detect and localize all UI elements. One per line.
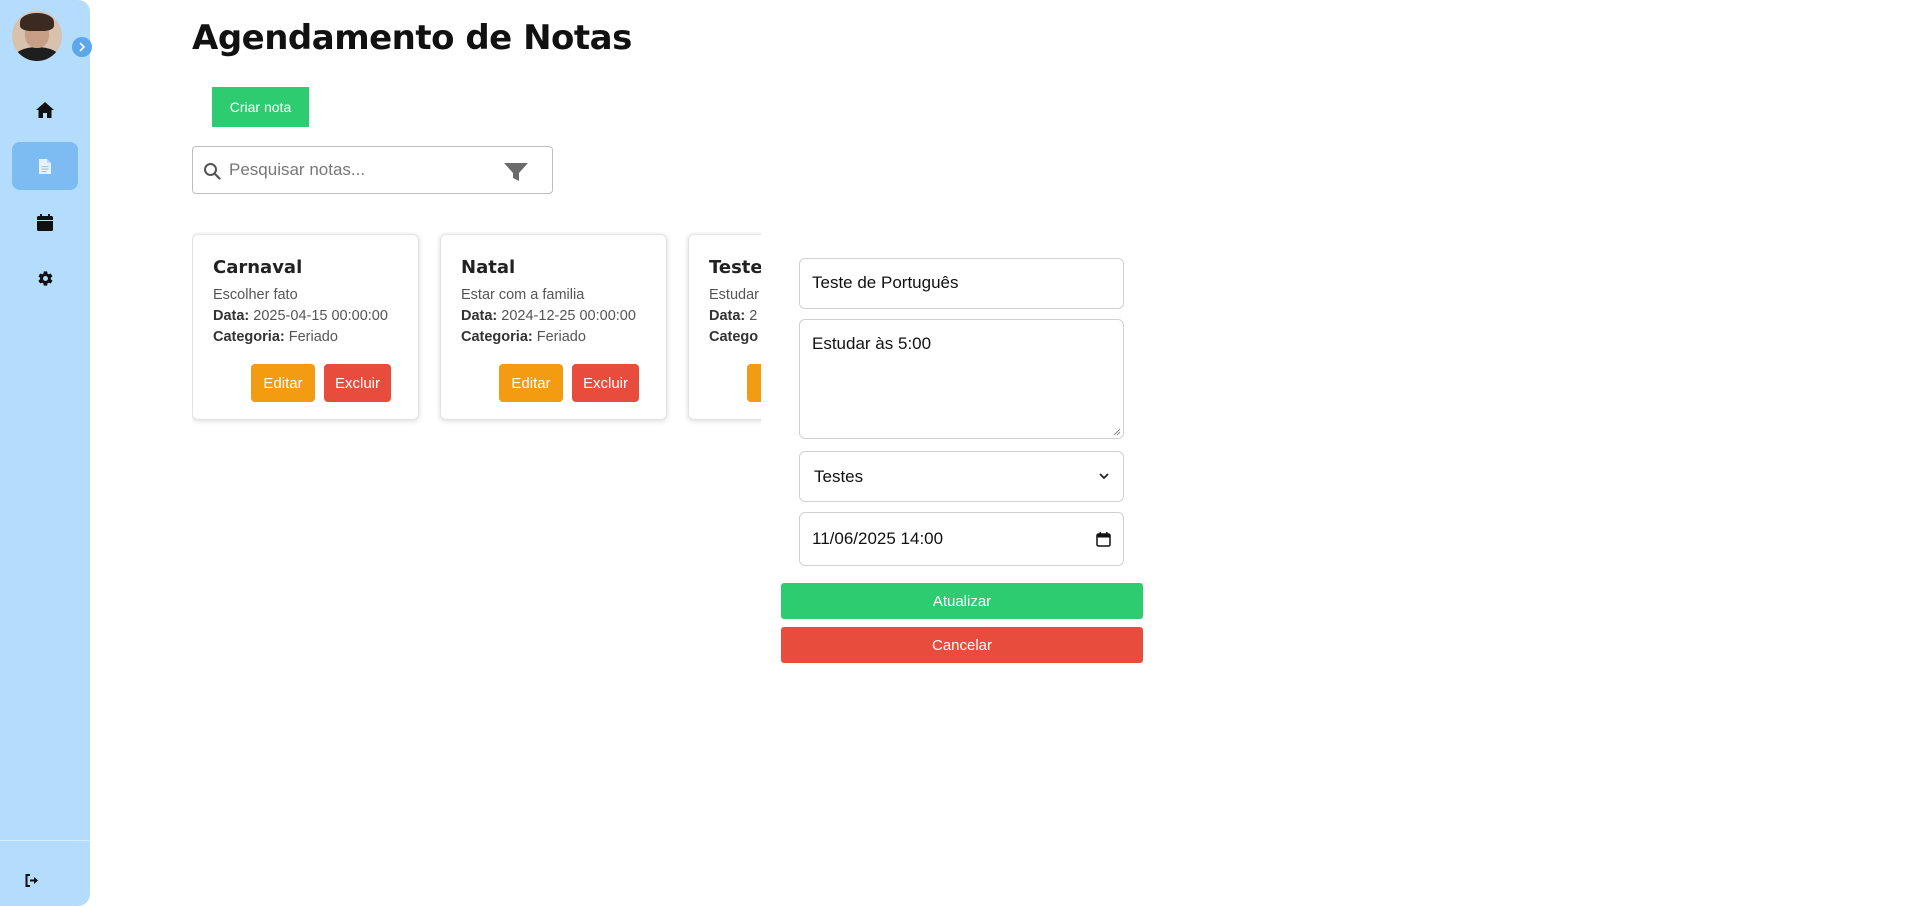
edit-button[interactable]: Editar <box>251 364 315 402</box>
notes-list: Carnaval Escolher fato Data: 2025-04-15 … <box>192 232 761 432</box>
logout-icon <box>25 873 38 887</box>
note-description-value: Estudar às 5:00 <box>812 334 932 353</box>
filter-icon[interactable] <box>503 161 529 183</box>
note-description: Estar com a familia <box>461 287 585 303</box>
calendar-picker-icon[interactable] <box>1096 531 1111 547</box>
datetime-input[interactable]: 11/06/2025 14:00 <box>799 512 1124 566</box>
note-description-textarea[interactable]: Estudar às 5:00 <box>799 319 1124 439</box>
note-title-input[interactable]: Teste de Português <box>799 258 1124 309</box>
search-input[interactable] <box>229 153 499 187</box>
sidebar-item-home[interactable] <box>12 86 78 134</box>
note-title: Teste <box>709 257 761 278</box>
search-bar <box>192 146 553 194</box>
sidebar-toggle-button[interactable] <box>72 37 92 57</box>
note-card: Teste Estudar Data: 2 Catego E <box>688 234 761 420</box>
home-icon <box>36 102 54 118</box>
datetime-value: 11/06/2025 14:00 <box>812 529 944 548</box>
chevron-right-icon <box>79 42 86 52</box>
note-category: Catego <box>709 329 759 345</box>
sidebar-divider <box>0 840 90 841</box>
category-select[interactable]: Testes <box>799 451 1124 502</box>
note-title: Carnaval <box>213 257 303 278</box>
sidebar-item-calendar[interactable] <box>12 198 78 246</box>
note-title: Natal <box>461 257 516 278</box>
logout-button[interactable] <box>20 868 44 892</box>
note-category: Categoria: Feriado <box>461 329 586 345</box>
resize-grip-icon[interactable] <box>1113 428 1121 436</box>
edit-button[interactable]: Editar <box>499 364 563 402</box>
sidebar <box>0 0 92 906</box>
delete-button[interactable]: Excluir <box>324 364 391 402</box>
page-title: Agendamento de Notas <box>192 18 632 58</box>
create-note-button[interactable]: Criar nota <box>212 87 309 127</box>
update-button[interactable]: Atualizar <box>781 583 1143 619</box>
document-icon <box>39 158 51 174</box>
search-icon <box>204 163 221 180</box>
sidebar-item-settings[interactable] <box>12 254 78 302</box>
gear-icon <box>38 270 52 286</box>
avatar[interactable] <box>12 11 62 61</box>
note-date: Data: 2 <box>709 308 758 324</box>
calendar-icon <box>37 213 53 231</box>
cancel-button[interactable]: Cancelar <box>781 627 1143 663</box>
edit-note-form: Teste de Português Estudar às 5:00 Teste… <box>781 258 1143 668</box>
note-date: Data: 2024-12-25 00:00:00 <box>461 308 636 324</box>
note-card: Carnaval Escolher fato Data: 2025-04-15 … <box>192 234 419 420</box>
note-date: Data: 2025-04-15 00:00:00 <box>213 308 388 324</box>
edit-button[interactable]: E <box>747 364 761 402</box>
delete-button[interactable]: Excluir <box>572 364 639 402</box>
note-description: Estudar <box>709 287 759 303</box>
note-category: Categoria: Feriado <box>213 329 338 345</box>
category-select-value: Testes <box>814 466 864 486</box>
chevron-down-icon <box>1099 473 1109 480</box>
sidebar-item-notes[interactable] <box>12 142 78 190</box>
note-description: Escolher fato <box>213 287 298 303</box>
note-card: Natal Estar com a familia Data: 2024-12-… <box>440 234 667 420</box>
